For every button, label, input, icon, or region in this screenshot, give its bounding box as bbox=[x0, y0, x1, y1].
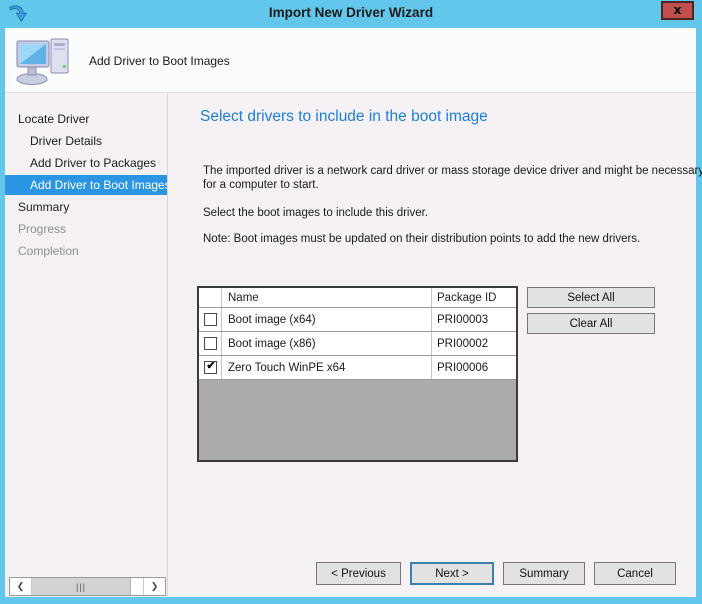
close-button[interactable]: x bbox=[661, 1, 694, 20]
checkbox-checked[interactable]: ✔ bbox=[204, 361, 217, 374]
page-title: Select drivers to include in the boot im… bbox=[200, 108, 488, 126]
step-add-driver-to-boot-images[interactable]: Add Driver to Boot Images bbox=[5, 175, 167, 195]
summary-button[interactable]: Summary bbox=[503, 562, 585, 585]
boot-image-name: Boot image (x64) bbox=[221, 308, 431, 331]
step-completion: Completion bbox=[5, 240, 167, 262]
step-driver-details[interactable]: Driver Details bbox=[5, 130, 167, 152]
boot-image-name: Zero Touch WinPE x64 bbox=[221, 356, 431, 379]
header-step-title: Add Driver to Boot Images bbox=[89, 54, 230, 68]
boot-images-table: Name Package ID Boot image (x64) PRI0000… bbox=[197, 286, 518, 462]
wizard-header: Add Driver to Boot Images bbox=[5, 28, 696, 93]
checkbox-unchecked[interactable] bbox=[204, 337, 217, 350]
boot-image-name: Boot image (x86) bbox=[221, 332, 431, 355]
scrollbar-thumb[interactable]: ||| bbox=[32, 578, 131, 595]
table-row[interactable]: Boot image (x64) PRI00003 bbox=[199, 308, 516, 332]
step-progress: Progress bbox=[5, 218, 167, 240]
table-header-row: Name Package ID bbox=[199, 288, 516, 308]
title-bar: Import New Driver Wizard x bbox=[0, 0, 702, 28]
table-row[interactable]: Boot image (x86) PRI00002 bbox=[199, 332, 516, 356]
package-id-column-header: Package ID bbox=[431, 288, 516, 307]
window-title: Import New Driver Wizard bbox=[0, 5, 702, 20]
wizard-navigation: < Previous Next > Summary Cancel bbox=[316, 562, 676, 585]
checkbox-unchecked[interactable] bbox=[204, 313, 217, 326]
clear-all-button[interactable]: Clear All bbox=[527, 313, 655, 334]
description-text: The imported driver is a network card dr… bbox=[203, 164, 702, 192]
wizard-page-content: Select drivers to include in the boot im… bbox=[169, 94, 696, 597]
wizard-steps-sidebar: Locate Driver Driver Details Add Driver … bbox=[5, 94, 168, 597]
instruction-text: Select the boot images to include this d… bbox=[203, 206, 702, 220]
name-column-header: Name bbox=[221, 288, 431, 307]
scroll-left-arrow-icon[interactable]: ❮ bbox=[10, 578, 32, 595]
note-text: Note: Boot images must be updated on the… bbox=[203, 232, 702, 246]
step-add-driver-to-packages[interactable]: Add Driver to Packages bbox=[5, 152, 167, 174]
import-new-driver-wizard-window: Import New Driver Wizard x Add Driver to… bbox=[0, 0, 702, 604]
package-id-value: PRI00003 bbox=[431, 308, 516, 331]
select-all-button[interactable]: Select All bbox=[527, 287, 655, 308]
package-id-value: PRI00006 bbox=[431, 356, 516, 379]
horizontal-scrollbar[interactable]: ❮ ||| ❯ bbox=[9, 577, 166, 596]
next-button[interactable]: Next > bbox=[410, 562, 494, 585]
previous-button[interactable]: < Previous bbox=[316, 562, 401, 585]
computer-icon bbox=[15, 34, 77, 86]
table-row[interactable]: ✔ Zero Touch WinPE x64 PRI00006 bbox=[199, 356, 516, 380]
step-summary[interactable]: Summary bbox=[5, 196, 167, 218]
package-id-value: PRI00002 bbox=[431, 332, 516, 355]
step-locate-driver[interactable]: Locate Driver bbox=[5, 108, 167, 130]
wizard-frame: Add Driver to Boot Images Locate Driver … bbox=[5, 28, 696, 597]
cancel-button[interactable]: Cancel bbox=[594, 562, 676, 585]
checkbox-column-header bbox=[199, 288, 221, 307]
scroll-right-arrow-icon[interactable]: ❯ bbox=[143, 578, 165, 595]
